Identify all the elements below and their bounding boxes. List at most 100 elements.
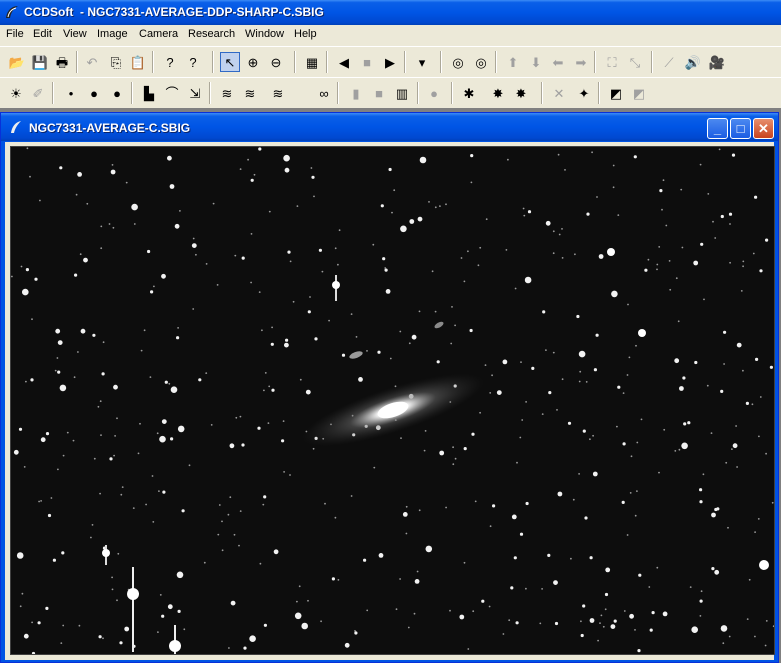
star <box>131 203 138 211</box>
layers-color-button[interactable]: ≋ <box>268 83 288 103</box>
prev-button[interactable]: ◀ <box>334 52 354 72</box>
star <box>612 164 615 167</box>
image-window-title-bar[interactable]: NGC7331-AVERAGE-C.SBIG _ □ ✕ <box>1 113 778 141</box>
app-title-bar[interactable]: CCDSoft - NGC7331-AVERAGE-DDP-SHARP-C.SB… <box>0 0 781 25</box>
target-button[interactable]: ◎ <box>448 52 468 72</box>
star <box>273 549 279 555</box>
star <box>630 455 633 458</box>
filter-button[interactable]: ▾ <box>412 52 432 72</box>
stars-button[interactable]: ✦ <box>574 83 594 103</box>
star <box>757 518 760 520</box>
save-button[interactable]: 💾 <box>30 52 50 72</box>
layers-link-button[interactable]: ∞ <box>314 83 334 103</box>
image-window-title: NGC7331-AVERAGE-C.SBIG <box>29 121 191 135</box>
star <box>83 257 88 263</box>
star <box>289 260 292 263</box>
sharpen-b-button[interactable]: ✸ <box>488 83 508 103</box>
circle-button[interactable]: ● <box>424 83 444 103</box>
star-medium-button[interactable]: ● <box>84 83 104 103</box>
minimize-button[interactable]: _ <box>707 118 728 139</box>
star <box>307 599 309 602</box>
layers-a-button[interactable]: ≋ <box>217 83 237 103</box>
arrow-up-button[interactable]: ⬆ <box>503 52 523 72</box>
grid-button[interactable]: ▦ <box>302 52 322 72</box>
star <box>522 207 525 210</box>
maximize-button[interactable]: □ <box>730 118 751 139</box>
star <box>263 623 267 627</box>
paste-button[interactable]: 📋 <box>128 52 148 72</box>
star <box>145 503 148 506</box>
camera-button[interactable]: 🎥 <box>707 52 727 72</box>
star <box>249 635 256 642</box>
star <box>656 268 658 271</box>
pointer-button[interactable]: ↖ <box>220 52 240 72</box>
star <box>92 333 96 337</box>
star <box>589 618 595 623</box>
arrow-right-button[interactable]: ➡ <box>571 52 591 72</box>
menu-view[interactable]: View <box>63 28 87 40</box>
star <box>679 386 684 391</box>
menu-help[interactable]: Help <box>294 28 317 40</box>
star <box>234 254 237 257</box>
star <box>120 493 123 496</box>
stop-button[interactable]: ■ <box>357 52 377 72</box>
help-button[interactable]: ? <box>160 52 180 72</box>
star <box>341 353 346 357</box>
star <box>754 195 758 199</box>
rgb-button[interactable]: ▥ <box>392 83 412 103</box>
star <box>210 424 213 426</box>
diag-b-button[interactable]: ◩ <box>629 83 649 103</box>
speaker-button[interactable]: 🔊 <box>683 52 703 72</box>
star <box>621 500 625 504</box>
layers-b-button[interactable]: ≋ <box>240 83 260 103</box>
star <box>358 377 363 382</box>
cancel-x-button[interactable]: ✕ <box>549 83 569 103</box>
star <box>531 366 535 370</box>
toolbar-separator <box>495 51 497 73</box>
menu-camera[interactable]: Camera <box>139 28 178 40</box>
histogram-button[interactable]: ▙ <box>139 83 159 103</box>
double-target-button[interactable]: ◎ <box>471 52 491 72</box>
menu-window[interactable]: Window <box>245 28 284 40</box>
star <box>195 253 197 256</box>
expand-button[interactable]: ⛶ <box>602 52 622 72</box>
gray-square-button[interactable]: ■ <box>369 83 389 103</box>
zoom-in-button[interactable]: ⊕ <box>243 52 263 72</box>
print-button[interactable]: 🖶 <box>52 52 72 72</box>
open-button[interactable]: 📂 <box>7 52 27 72</box>
copy-button[interactable]: ⎘ <box>106 52 126 72</box>
context-help-button[interactable]: ? <box>183 52 203 72</box>
star <box>183 628 186 631</box>
brightness-button[interactable]: ☀ <box>6 83 26 103</box>
arrow-left-button[interactable]: ⬅ <box>548 52 568 72</box>
star <box>463 447 467 451</box>
telescope-button[interactable]: ⟋ <box>659 52 679 72</box>
undo-button[interactable]: ↶ <box>82 52 102 72</box>
astro-image-view[interactable] <box>10 146 775 655</box>
menu-image[interactable]: Image <box>97 28 128 40</box>
diag-a-button[interactable]: ◩ <box>606 83 626 103</box>
levels-button[interactable]: ⇲ <box>185 83 205 103</box>
zoom-out-button[interactable]: ⊖ <box>266 52 286 72</box>
curve-button[interactable]: ⌒ <box>162 83 182 103</box>
image-window[interactable]: NGC7331-AVERAGE-C.SBIG _ □ ✕ <box>0 112 779 663</box>
menu-research[interactable]: Research <box>188 28 235 40</box>
star <box>610 624 616 629</box>
star <box>759 269 763 273</box>
next-button[interactable]: ▶ <box>380 52 400 72</box>
close-button[interactable]: ✕ <box>753 118 774 139</box>
sharpen-a-button[interactable]: ✱ <box>459 83 479 103</box>
star <box>170 386 178 393</box>
arrow-down-button[interactable]: ⬇ <box>526 52 546 72</box>
wand-button[interactable]: ✐ <box>28 83 48 103</box>
menu-file[interactable]: File <box>6 28 24 40</box>
star-large-button[interactable]: ● <box>107 83 127 103</box>
star <box>570 557 572 560</box>
star-small-button[interactable]: • <box>61 83 81 103</box>
shrink-button[interactable]: ⤡ <box>625 52 645 72</box>
gray-bar-button[interactable]: ▮ <box>346 83 366 103</box>
star <box>116 417 118 420</box>
menu-edit[interactable]: Edit <box>33 28 52 40</box>
zoom-in-icon: ⊕ <box>247 54 259 70</box>
sharpen-c-button[interactable]: ✸ <box>511 83 531 103</box>
